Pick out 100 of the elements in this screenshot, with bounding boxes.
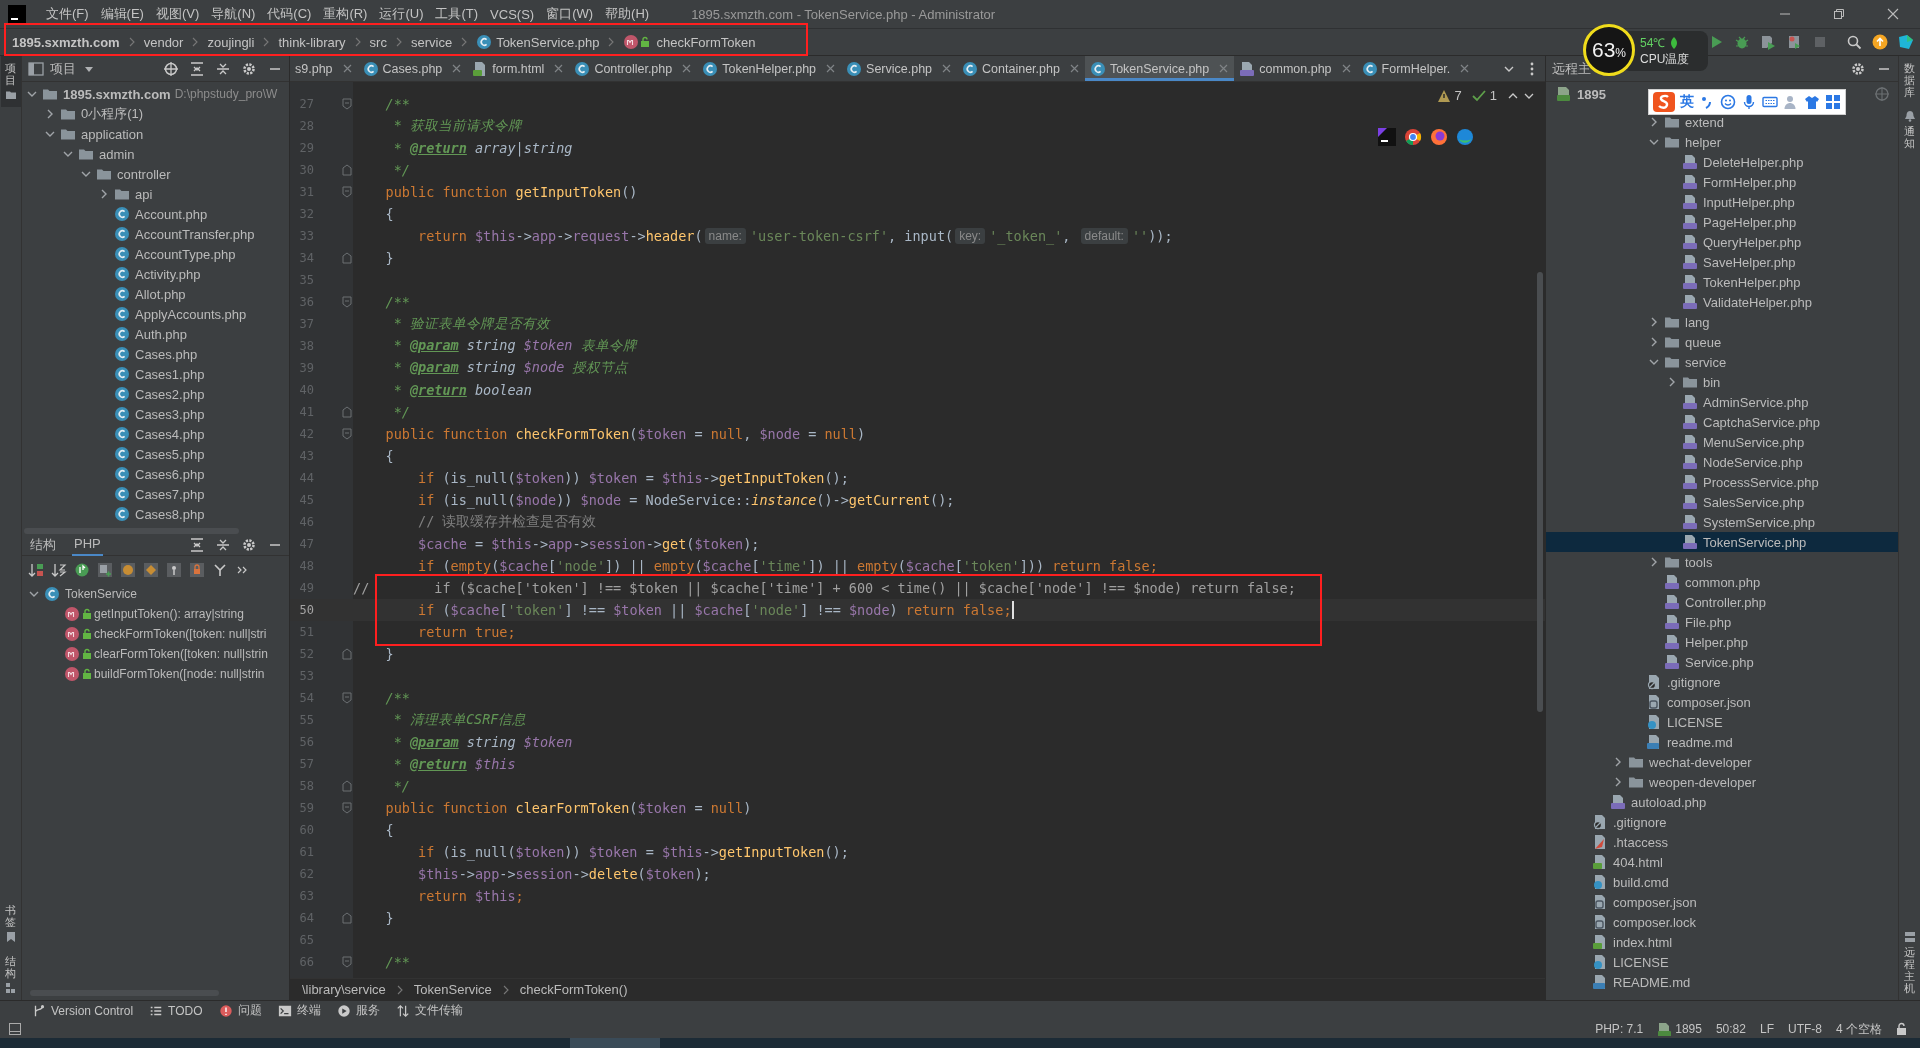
close-icon[interactable]: [681, 63, 693, 74]
editor-tab[interactable]: TokenService.php: [1084, 56, 1235, 81]
lock-icon[interactable]: [189, 562, 205, 578]
hierarchy-icon[interactable]: [212, 562, 228, 578]
profiler-icon[interactable]: [1786, 34, 1802, 50]
breadcrumb-item[interactable]: TokenService.php: [470, 34, 606, 50]
input-mode-toggle[interactable]: 英: [1680, 93, 1694, 111]
tree-item[interactable]: index.html: [1546, 932, 1898, 952]
tree-item[interactable]: admin: [22, 144, 289, 164]
layout-icon[interactable]: [8, 1022, 22, 1036]
tree-item[interactable]: 1895.sxmzth.com D:\phpstudy_pro\W: [22, 84, 289, 104]
settings-icon[interactable]: [1850, 60, 1866, 77]
editor-tab[interactable]: Container.php: [957, 56, 1085, 81]
tree-item[interactable]: Cases.php: [22, 344, 289, 364]
close-icon[interactable]: [825, 63, 837, 74]
expand-all-icon[interactable]: [189, 536, 205, 553]
tree-item[interactable]: Controller.php: [1546, 592, 1898, 612]
settings-icon[interactable]: [241, 60, 257, 77]
panel-tab[interactable]: PHP: [72, 533, 103, 556]
breadcrumb-item[interactable]: checkFormToken(): [515, 982, 632, 997]
editor-tab[interactable]: FormHelper.: [1356, 56, 1476, 81]
tree-item[interactable]: SystemService.php: [1546, 512, 1898, 532]
tree-item[interactable]: SaveHelper.php: [1546, 252, 1898, 272]
editor-tab[interactable]: Controller.php: [569, 56, 698, 81]
menu-item[interactable]: 重构(R): [317, 5, 374, 23]
sort-visibility-icon[interactable]: [28, 562, 44, 578]
expand-all-icon[interactable]: [189, 60, 205, 77]
coverage-icon[interactable]: [1760, 34, 1776, 50]
status-item[interactable]: LF: [1759, 1022, 1774, 1036]
breadcrumb-item[interactable]: vendor: [137, 34, 190, 50]
app-icon[interactable]: [1378, 128, 1396, 146]
tree-item[interactable]: controller: [22, 164, 289, 184]
tree-item[interactable]: wechat-developer: [1546, 752, 1898, 772]
tree-item[interactable]: common.php: [1546, 572, 1898, 592]
browser-icon[interactable]: [1404, 128, 1422, 146]
key-icon[interactable]: [166, 562, 182, 578]
more-icon[interactable]: [1529, 60, 1535, 77]
breadcrumb-item[interactable]: zoujingli: [201, 34, 261, 50]
close-icon[interactable]: [1459, 63, 1471, 74]
tree-item[interactable]: TokenService: [22, 584, 289, 604]
tree-item[interactable]: Account.php: [22, 204, 289, 224]
fold-end-icon[interactable]: [342, 912, 352, 924]
unlock-icon[interactable]: [1896, 1022, 1908, 1036]
fold-end-icon[interactable]: [342, 648, 352, 660]
tree-item[interactable]: helper: [1546, 132, 1898, 152]
update-icon[interactable]: [1872, 34, 1888, 50]
close-icon[interactable]: [1068, 63, 1080, 74]
editor-tab[interactable]: Service.php: [841, 56, 958, 81]
tree-item[interactable]: AdminService.php: [1546, 392, 1898, 412]
status-item[interactable]: UTF-8: [1788, 1022, 1822, 1036]
tree-item[interactable]: 0小程序(1): [22, 104, 289, 124]
tree-item[interactable]: Cases2.php: [22, 384, 289, 404]
tree-item[interactable]: getInputToken(): array|string: [22, 604, 289, 624]
breadcrumb-item[interactable]: think-library: [272, 34, 352, 50]
smiley-icon[interactable]: [1720, 94, 1736, 110]
breadcrumb-item[interactable]: \library\service: [298, 982, 390, 997]
tree-item[interactable]: README.md: [1546, 972, 1898, 992]
tree-item[interactable]: Cases1.php: [22, 364, 289, 384]
tree-item[interactable]: .htaccess: [1546, 832, 1898, 852]
tree-item[interactable]: ValidateHelper.php: [1546, 292, 1898, 312]
tree-item[interactable]: QueryHelper.php: [1546, 232, 1898, 252]
tool-window-tab[interactable]: 数据库: [1899, 56, 1920, 105]
restore-icon[interactable]: [1833, 8, 1845, 20]
locate-icon[interactable]: [163, 60, 179, 77]
menu-item[interactable]: 帮助(H): [599, 5, 656, 23]
editor-tab[interactable]: common.php: [1234, 56, 1357, 81]
menu-item[interactable]: 窗口(W): [540, 5, 600, 23]
tree-item[interactable]: AccountType.php: [22, 244, 289, 264]
tool-window-button[interactable]: TODO: [149, 1003, 203, 1018]
tree-item[interactable]: DeleteHelper.php: [1546, 152, 1898, 172]
browser-icon[interactable]: [1456, 128, 1474, 146]
breadcrumb-item[interactable]: src: [363, 34, 393, 50]
grid-icon[interactable]: [1825, 94, 1841, 110]
breadcrumb-item[interactable]: TokenService: [409, 982, 496, 997]
close-icon[interactable]: [941, 63, 953, 74]
tool-window-tab[interactable]: 项目: [0, 56, 21, 108]
tree-item[interactable]: AccountTransfer.php: [22, 224, 289, 244]
tree-item[interactable]: FormHelper.php: [1546, 172, 1898, 192]
breadcrumb-item[interactable]: 1895.sxmzth.com: [12, 34, 126, 50]
tree-item[interactable]: api: [22, 184, 289, 204]
tree-item[interactable]: queue: [1546, 332, 1898, 352]
tree-item[interactable]: Cases5.php: [22, 444, 289, 464]
tree-item[interactable]: NodeService.php: [1546, 452, 1898, 472]
warning-count[interactable]: 7: [1454, 88, 1462, 103]
tree-item[interactable]: MenuService.php: [1546, 432, 1898, 452]
tool-window-tab[interactable]: 远程主机: [1899, 924, 1920, 1000]
close-icon[interactable]: [451, 63, 463, 74]
fold-icon[interactable]: [342, 428, 352, 440]
tree-item[interactable]: Cases7.php: [22, 484, 289, 504]
tree-item[interactable]: composer.lock: [1546, 912, 1898, 932]
editor-tab[interactable]: Cases.php: [357, 56, 468, 81]
tree-item[interactable]: LICENSE: [1546, 712, 1898, 732]
tree-item[interactable]: readme.md: [1546, 732, 1898, 752]
settings-icon[interactable]: [241, 536, 257, 553]
tool-window-button[interactable]: Version Control: [32, 1003, 134, 1018]
tool-window-tab[interactable]: 结构: [0, 948, 21, 1000]
microphone-icon[interactable]: [1741, 94, 1757, 110]
menu-item[interactable]: VCS(S): [484, 6, 541, 22]
fold-icon[interactable]: [342, 296, 352, 308]
tree-item[interactable]: build.cmd: [1546, 872, 1898, 892]
